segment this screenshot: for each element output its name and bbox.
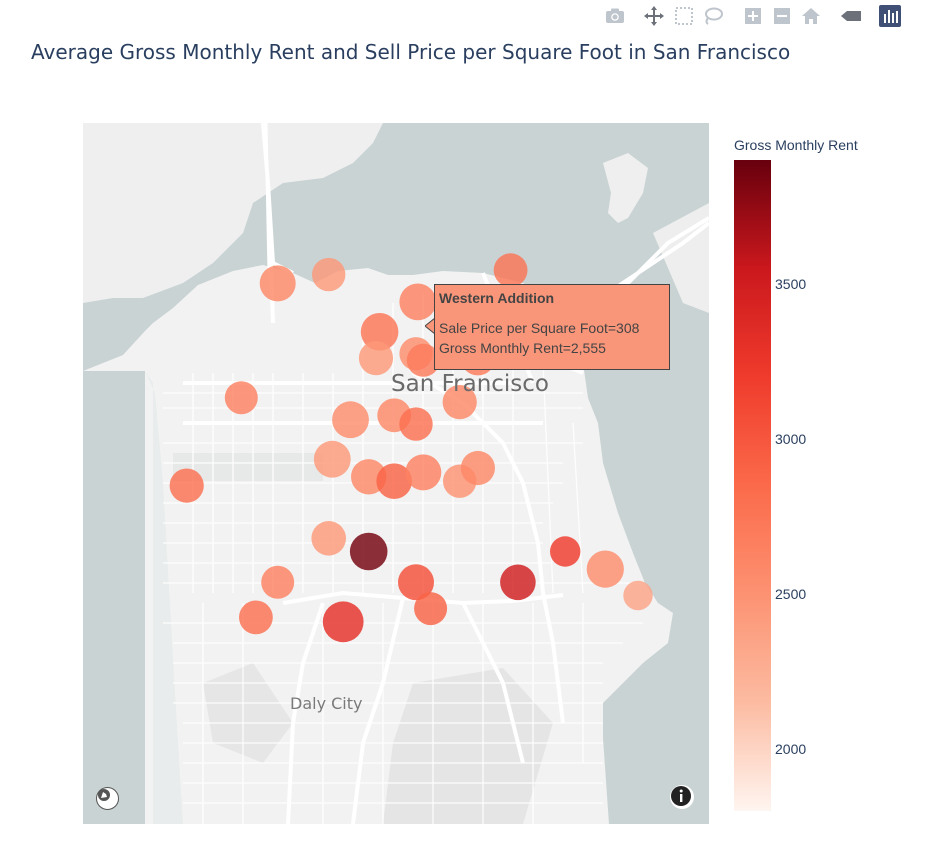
map-canvas[interactable]: San Francisco Daly City bbox=[83, 123, 709, 824]
neighborhood-point[interactable] bbox=[169, 468, 204, 503]
box-select-icon[interactable] bbox=[672, 4, 696, 28]
neighborhood-point[interactable] bbox=[623, 580, 653, 611]
map-base-layer bbox=[83, 123, 709, 824]
neighborhood-point[interactable] bbox=[224, 381, 258, 415]
colorbar-tick-label: 3000 bbox=[775, 431, 807, 447]
hover-sale-price: Sale Price per Square Foot=308 bbox=[439, 320, 640, 336]
neighborhood-point[interactable] bbox=[399, 407, 433, 441]
neighborhood-point[interactable] bbox=[239, 600, 273, 635]
info-icon[interactable] bbox=[670, 785, 694, 809]
home-icon[interactable] bbox=[799, 4, 823, 28]
neighborhood-point[interactable] bbox=[358, 341, 394, 376]
lasso-select-icon[interactable] bbox=[701, 4, 725, 28]
city-label-daly-city: Daly City bbox=[290, 694, 363, 713]
colorbar bbox=[734, 160, 771, 811]
city-label-san-francisco: San Francisco bbox=[391, 371, 550, 397]
neighborhood-point[interactable] bbox=[550, 536, 581, 567]
neighborhood-point[interactable] bbox=[312, 257, 346, 292]
camera-icon[interactable] bbox=[603, 4, 627, 28]
hover-toggle-icon[interactable] bbox=[839, 4, 863, 28]
zoom-out-icon[interactable] bbox=[770, 4, 794, 28]
plotly-logo-icon[interactable] bbox=[878, 4, 902, 28]
neighborhood-point[interactable] bbox=[332, 401, 369, 439]
neighborhood-point[interactable] bbox=[311, 521, 346, 556]
neighborhood-point[interactable] bbox=[322, 601, 364, 643]
neighborhood-point[interactable] bbox=[405, 454, 442, 491]
neighborhood-point[interactable] bbox=[493, 253, 528, 288]
neighborhood-point[interactable] bbox=[349, 532, 388, 571]
modebar bbox=[600, 4, 910, 28]
colorbar-tick-label: 2500 bbox=[775, 586, 807, 602]
hover-title: Western Addition bbox=[439, 290, 555, 306]
neighborhood-point[interactable] bbox=[414, 592, 448, 626]
hover-rent: Gross Monthly Rent=2,555 bbox=[439, 340, 606, 356]
neighborhood-point[interactable] bbox=[460, 450, 495, 486]
colorbar-tick-label: 3500 bbox=[775, 276, 807, 292]
zoom-in-icon[interactable] bbox=[741, 4, 765, 28]
colorbar-tick-label: 2000 bbox=[775, 741, 807, 757]
neighborhood-point[interactable] bbox=[259, 265, 296, 302]
colorbar-title: Gross Monthly Rent bbox=[734, 137, 858, 153]
neighborhood-point[interactable] bbox=[313, 440, 351, 478]
mapbox-logo-icon[interactable] bbox=[96, 787, 119, 810]
neighborhood-point[interactable] bbox=[500, 564, 536, 601]
neighborhood-point[interactable] bbox=[399, 283, 437, 321]
pan-icon[interactable] bbox=[642, 4, 666, 28]
neighborhood-point[interactable] bbox=[261, 565, 295, 599]
chart-title: Average Gross Monthly Rent and Sell Pric… bbox=[31, 40, 791, 64]
neighborhood-point[interactable] bbox=[586, 550, 624, 588]
hover-tooltip: Western Addition Sale Price per Square F… bbox=[434, 284, 670, 370]
